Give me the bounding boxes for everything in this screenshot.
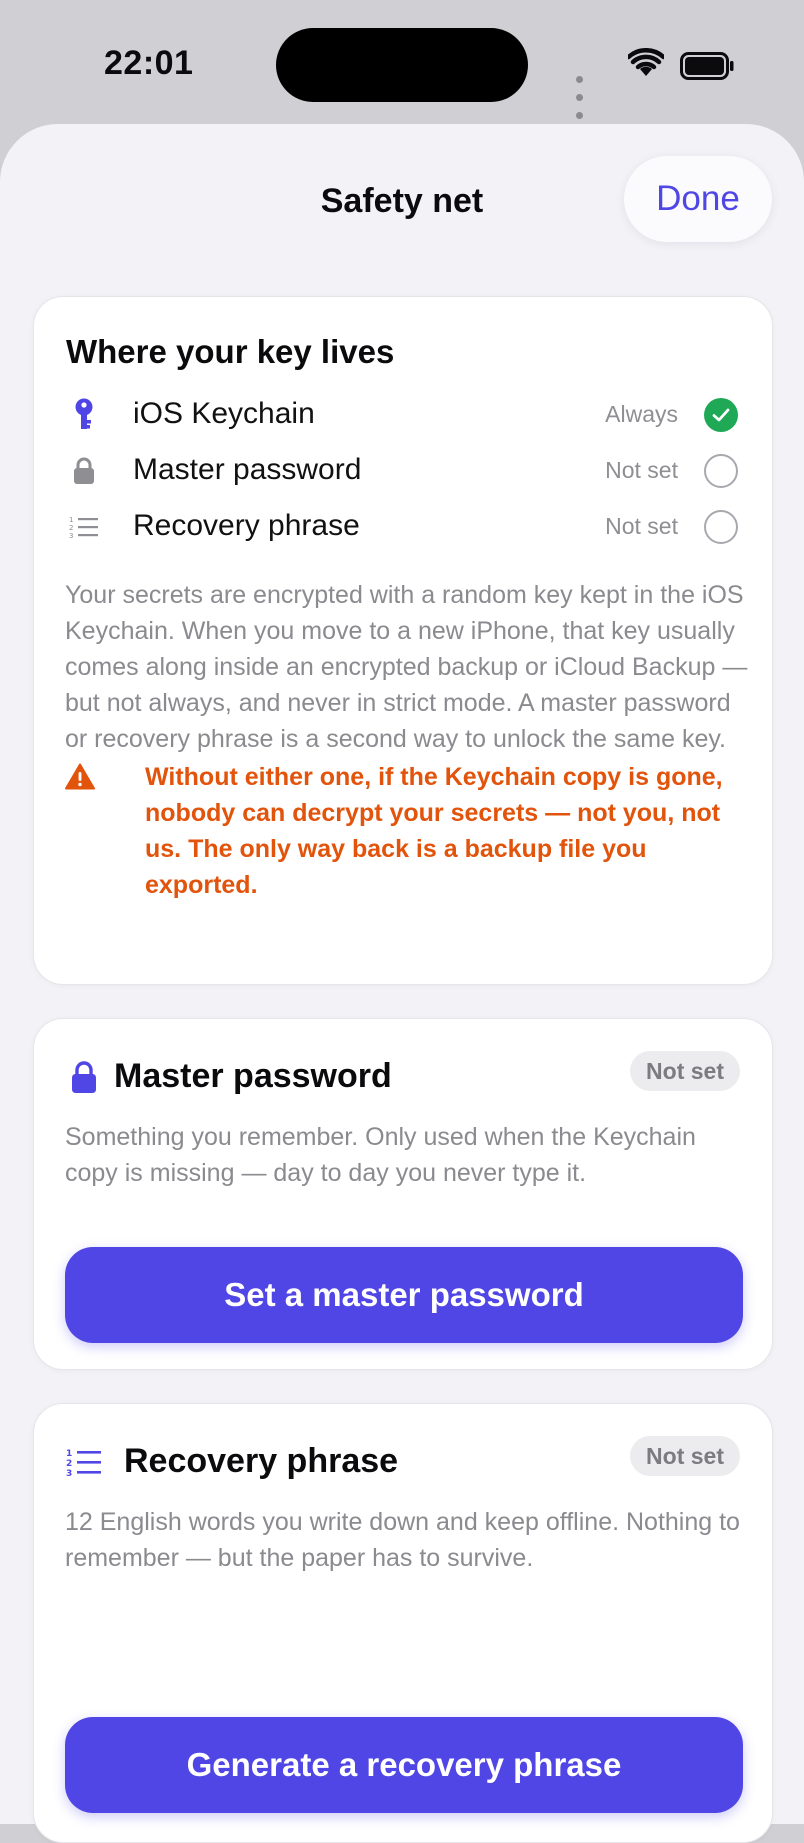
warning-triangle-icon (65, 763, 95, 790)
dynamic-island (276, 28, 528, 102)
checkmark-circle-icon (704, 398, 738, 432)
status-time: 22:01 (104, 44, 194, 82)
warning-text: Without either one, if the Keychain copy… (145, 763, 723, 899)
row-status: Not set (605, 457, 678, 483)
lock-icon (64, 1055, 104, 1099)
status-badge: Not set (630, 1436, 740, 1476)
battery-icon (680, 52, 734, 80)
generate-recovery-phrase-button[interactable]: Generate a recovery phrase (65, 1717, 743, 1813)
numbered-list-icon: 1 2 3 (64, 1440, 104, 1484)
status-bar: 22:01 (0, 0, 804, 137)
numbered-list-icon: 1 2 3 (64, 507, 104, 547)
key-row-ios-keychain: iOS Keychain Always (34, 389, 774, 441)
safety-net-sheet: Safety net Done Where your key lives iOS… (0, 124, 804, 1843)
svg-text:3: 3 (66, 1469, 72, 1477)
recovery-phrase-title: Recovery phrase (124, 1442, 399, 1480)
svg-text:3: 3 (69, 532, 73, 539)
row-label: Master password (133, 453, 362, 486)
svg-text:1: 1 (69, 516, 73, 524)
done-button[interactable]: Done (624, 156, 772, 242)
master-password-card: Master password Not set Something you re… (33, 1018, 773, 1370)
svg-text:2: 2 (69, 524, 73, 532)
empty-circle-icon (704, 510, 738, 544)
row-label: Recovery phrase (133, 509, 360, 542)
key-row-recovery-phrase: 1 2 3 Recovery phrase Not set (34, 501, 774, 553)
row-status: Not set (605, 513, 678, 539)
key-location-card: Where your key lives iOS Keychain Always (33, 296, 773, 985)
row-status: Always (605, 401, 678, 427)
empty-circle-icon (704, 454, 738, 488)
master-password-title: Master password (114, 1057, 392, 1095)
key-location-heading: Where your key lives (66, 333, 395, 370)
status-badge: Not set (630, 1051, 740, 1091)
master-password-description: Something you remember. Only used when t… (65, 1123, 696, 1187)
key-icon (64, 395, 104, 435)
set-master-password-button[interactable]: Set a master password (65, 1247, 743, 1343)
lock-icon (64, 451, 104, 491)
svg-text:1: 1 (66, 1449, 72, 1459)
key-row-master-password: Master password Not set (34, 445, 774, 497)
recovery-phrase-card: 1 2 3 Recovery phrase Not set 12 English… (33, 1403, 773, 1843)
recovery-phrase-description: 12 English words you write down and keep… (65, 1508, 740, 1572)
svg-text:2: 2 (66, 1459, 72, 1469)
wifi-icon (628, 48, 664, 76)
row-label: iOS Keychain (133, 397, 315, 430)
key-explanation-text: Your secrets are encrypted with a random… (65, 581, 748, 753)
